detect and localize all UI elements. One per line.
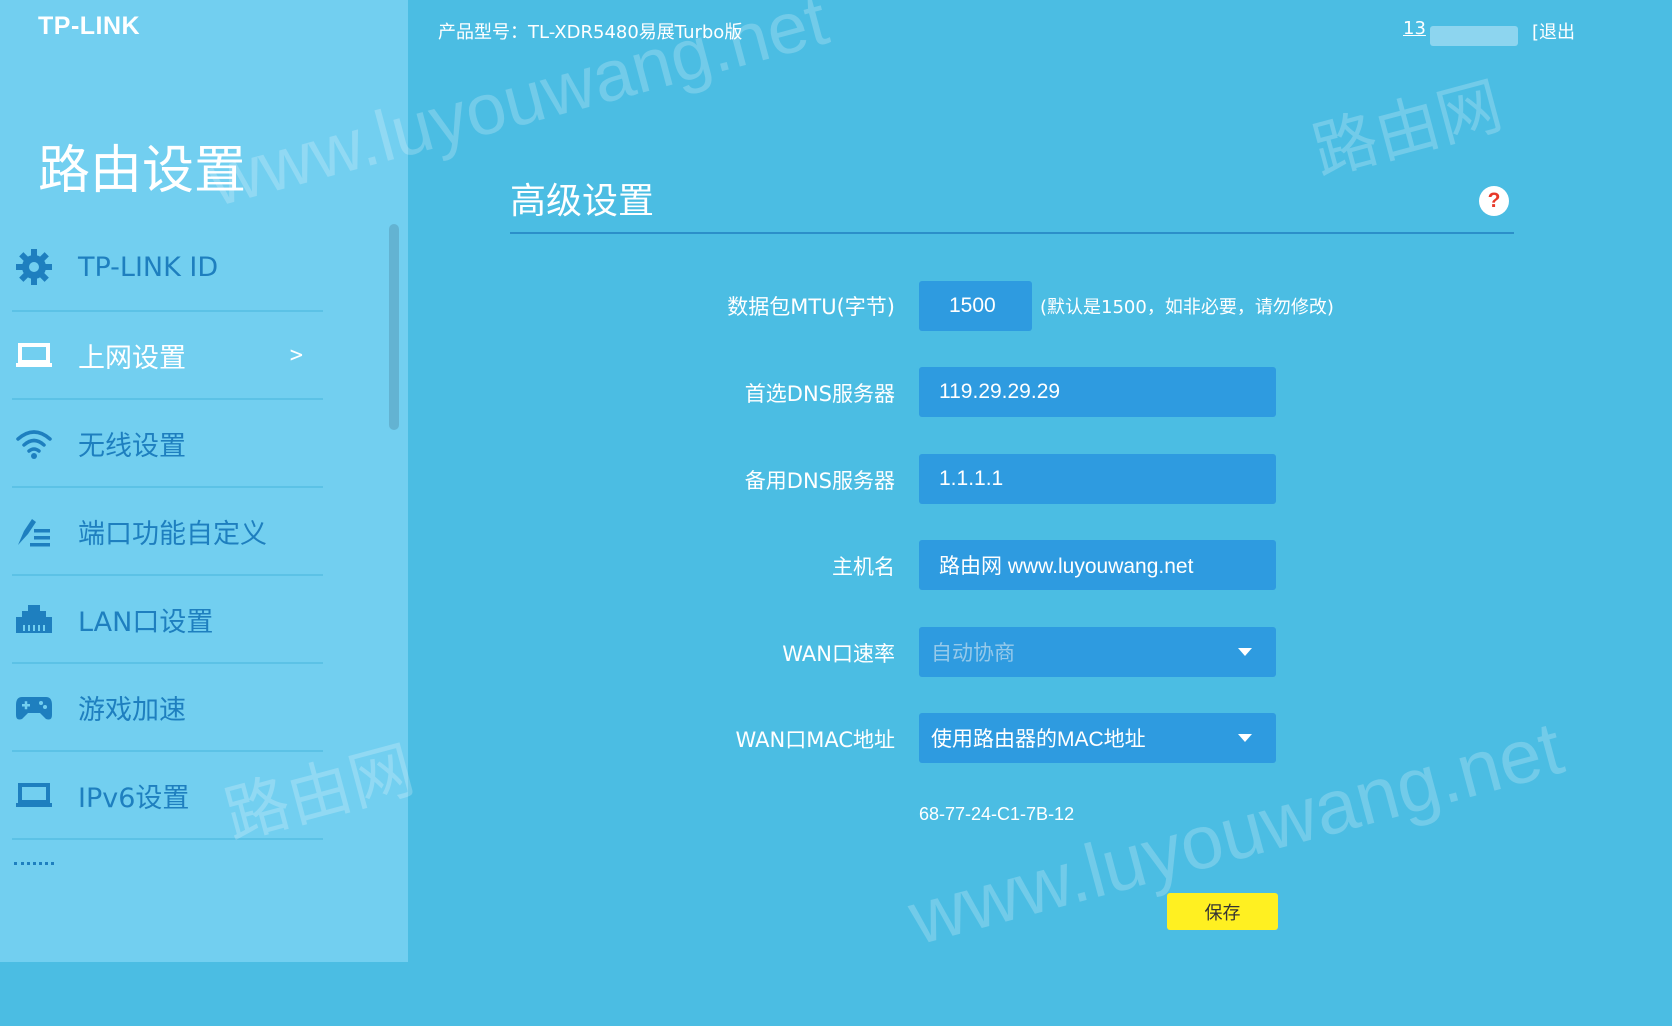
- sidebar-item-tplink-id[interactable]: TP-LINK ID: [12, 224, 323, 312]
- gamepad-icon: [14, 687, 54, 727]
- save-button[interactable]: 保存: [1167, 893, 1278, 930]
- mac-address: 68-77-24-C1-7B-12: [919, 804, 1075, 824]
- chevron-down-icon: [1238, 734, 1252, 742]
- hostname-input[interactable]: 路由网 www.luyouwang.net: [919, 540, 1276, 590]
- redacted-account: [1430, 26, 1518, 46]
- primary-dns-label: 首选DNS服务器: [744, 382, 895, 406]
- chevron-right-icon: >: [289, 342, 303, 368]
- sidebar-item-partial: [14, 862, 54, 871]
- sidebar-scrollbar[interactable]: [389, 224, 399, 430]
- laptop-icon: [14, 775, 54, 815]
- sidebar-item-label: TP-LINK ID: [78, 251, 219, 283]
- hostname-label: 主机名: [832, 555, 895, 579]
- sidebar-title: 路由设置: [38, 141, 247, 201]
- sidebar-item-label: 上网设置: [78, 342, 186, 374]
- tp-link-logo: TP-LINK: [38, 12, 141, 40]
- wan-mac-label: WAN口MAC地址: [735, 728, 895, 752]
- secondary-dns-input[interactable]: 1.1.1.1: [919, 454, 1276, 504]
- watermark-text: 路由网: [1305, 69, 1510, 189]
- sidebar-item-wireless[interactable]: 无线设置: [12, 400, 323, 488]
- wifi-icon: [14, 423, 54, 463]
- primary-dns-input[interactable]: 119.29.29.29: [919, 367, 1276, 417]
- wan-mac-value: 使用路由器的MAC地址: [931, 728, 1146, 751]
- wan-speed-label: WAN口速率: [782, 642, 895, 666]
- sidebar: TP-LINK 路由设置 TP-LINK ID 上网设置 > 无线设置 端口功能…: [0, 0, 408, 962]
- mtu-input[interactable]: 1500: [919, 281, 1032, 331]
- sidebar-item-label: IPv6设置: [78, 782, 190, 814]
- lan-port-icon: [14, 599, 54, 639]
- help-icon[interactable]: ?: [1479, 186, 1509, 216]
- sidebar-item-ipv6[interactable]: IPv6设置: [12, 752, 323, 840]
- product-model: 产品型号：TL-XDR5480易展Turbo版: [438, 22, 743, 43]
- sidebar-item-game-boost[interactable]: 游戏加速: [12, 664, 323, 752]
- sidebar-item-label: LAN口设置: [78, 606, 214, 638]
- wan-mac-select[interactable]: 使用路由器的MAC地址: [919, 713, 1276, 763]
- sidebar-item-lan[interactable]: LAN口设置: [12, 576, 323, 664]
- title-divider: [510, 232, 1514, 234]
- primary-dns-value: 119.29.29.29: [939, 380, 1061, 403]
- sidebar-item-port-custom[interactable]: 端口功能自定义: [12, 488, 323, 576]
- edit-list-icon: [14, 511, 54, 551]
- gear-icon: [14, 247, 54, 287]
- wan-speed-select[interactable]: 自动协商: [919, 627, 1276, 677]
- logout-link[interactable]: [退出: [1532, 18, 1575, 44]
- sidebar-item-label: 端口功能自定义: [78, 518, 267, 550]
- laptop-icon: [14, 335, 54, 375]
- sidebar-item-label: 游戏加速: [78, 694, 186, 726]
- sidebar-item-label: 无线设置: [78, 430, 186, 462]
- sidebar-item-internet[interactable]: 上网设置 >: [12, 312, 323, 400]
- mtu-label: 数据包MTU(字节): [727, 295, 895, 319]
- secondary-dns-label: 备用DNS服务器: [744, 469, 895, 493]
- wan-speed-value: 自动协商: [931, 642, 1015, 665]
- mtu-hint: (默认是1500，如非必要，请勿修改): [1040, 297, 1334, 318]
- sidebar-menu: TP-LINK ID 上网设置 > 无线设置 端口功能自定义 LAN口设置 游戏…: [0, 224, 330, 840]
- user-account-link[interactable]: 13: [1403, 18, 1426, 39]
- page-title: 高级设置: [510, 181, 655, 222]
- chevron-down-icon: [1238, 648, 1252, 656]
